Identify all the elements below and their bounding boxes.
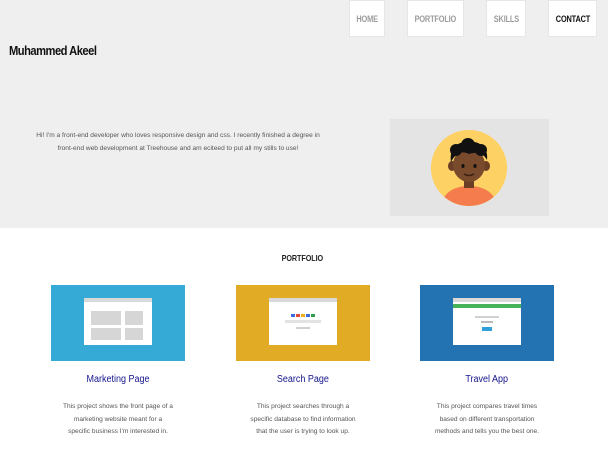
intro-line: Hi! I'm a front-end developer who loves … [36, 132, 320, 139]
project-card-search: Search Page This project searches throug… [236, 285, 370, 435]
project-thumbnail[interactable] [420, 285, 554, 361]
avatar-illustration [431, 130, 507, 206]
browser-mockup [453, 298, 521, 345]
site-brand[interactable]: Muhammed Akeel [9, 43, 97, 58]
nav-portfolio-label: PORTFOLIO [414, 13, 457, 24]
nav-skills[interactable]: SKILLS [486, 0, 526, 37]
project-title-link[interactable]: Marketing Page [31, 374, 205, 385]
nav-portfolio[interactable]: PORTFOLIO [407, 0, 464, 37]
nav-contact[interactable]: CONTACT [548, 0, 597, 37]
avatar-panel [390, 119, 549, 216]
nav-contact-label: CONTACT [555, 13, 590, 24]
project-title-link[interactable]: Travel App [400, 374, 574, 385]
project-thumbnail[interactable] [236, 285, 370, 361]
browser-mockup [269, 298, 337, 345]
nav-home[interactable]: HOME [349, 0, 385, 37]
project-card-marketing: Marketing Page This project shows the fr… [51, 285, 185, 435]
project-title-link[interactable]: Search Page [216, 374, 390, 385]
user-avatar-icon [431, 130, 507, 206]
project-description: This project compares travel times based… [434, 403, 540, 435]
project-description: This project shows the front page of a m… [63, 403, 173, 435]
project-description: This project searches through a specific… [250, 403, 356, 435]
nav-skills-label: SKILLS [493, 13, 519, 24]
browser-mockup [84, 298, 152, 345]
project-card-travel: Travel App This project compares travel … [420, 285, 554, 435]
hero-section: Muhammed Akeel HOME PORTFOLIO SKILLS CON… [0, 0, 608, 228]
project-thumbnail[interactable] [51, 285, 185, 361]
intro-line: front-end web development at Treehouse a… [57, 145, 299, 152]
intro-text: Hi! I'm a front-end developer who loves … [28, 129, 328, 155]
nav-home-label: HOME [356, 13, 378, 24]
portfolio-title: PORTFOLIO [281, 253, 324, 263]
page: Muhammed Akeel HOME PORTFOLIO SKILLS CON… [0, 0, 608, 455]
